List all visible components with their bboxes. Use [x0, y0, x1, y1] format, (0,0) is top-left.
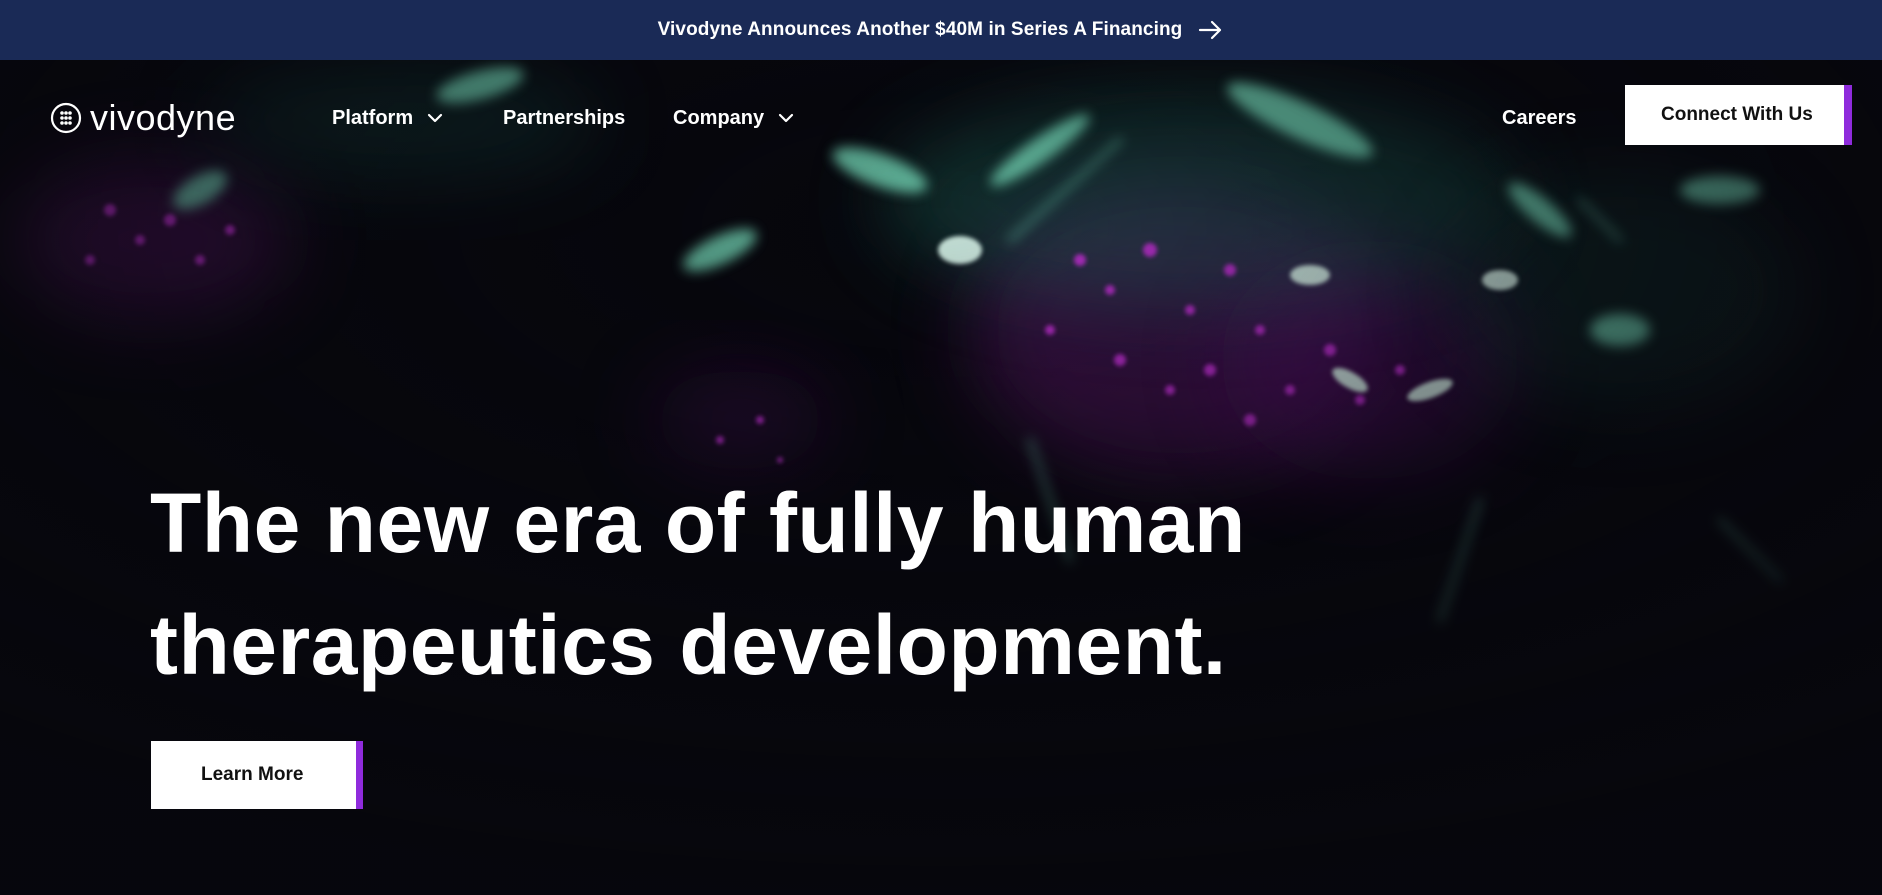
nav-item-platform[interactable]: Platform [332, 103, 443, 133]
learn-more-label: Learn More [201, 764, 304, 785]
nav-item-label: Careers [1502, 106, 1577, 129]
nav-item-label: Partnerships [503, 106, 626, 129]
brand-logo[interactable]: vivodyne [50, 100, 236, 136]
main-navigation: vivodyne Platform Partnerships Company C… [0, 60, 1882, 170]
vivodyne-logo-mark-icon [50, 102, 82, 134]
headline-line-2: therapeutics development. [150, 598, 1227, 692]
nav-item-careers[interactable]: Careers [1502, 103, 1577, 133]
connect-with-us-button[interactable]: Connect With Us [1625, 85, 1852, 145]
connect-with-us-label: Connect With Us [1661, 104, 1813, 125]
nav-item-company[interactable]: Company [673, 103, 794, 133]
brand-name: vivodyne [90, 97, 237, 138]
learn-more-button[interactable]: Learn More [151, 741, 363, 809]
nav-item-label: Platform [332, 106, 414, 129]
chevron-down-icon [778, 113, 794, 123]
nav-item-label: Company [673, 106, 765, 129]
announcement-text: Vivodyne Announces Another $40M in Serie… [657, 19, 1183, 40]
chevron-down-icon [427, 113, 443, 123]
announcement-banner[interactable]: Vivodyne Announces Another $40M in Serie… [0, 0, 1882, 60]
arrow-right-icon [1198, 20, 1224, 40]
nav-item-partnerships[interactable]: Partnerships [503, 103, 625, 133]
headline-line-1: The new era of fully human [150, 476, 1246, 570]
hero-headline: The new era of fully human therapeutics … [150, 462, 1350, 706]
